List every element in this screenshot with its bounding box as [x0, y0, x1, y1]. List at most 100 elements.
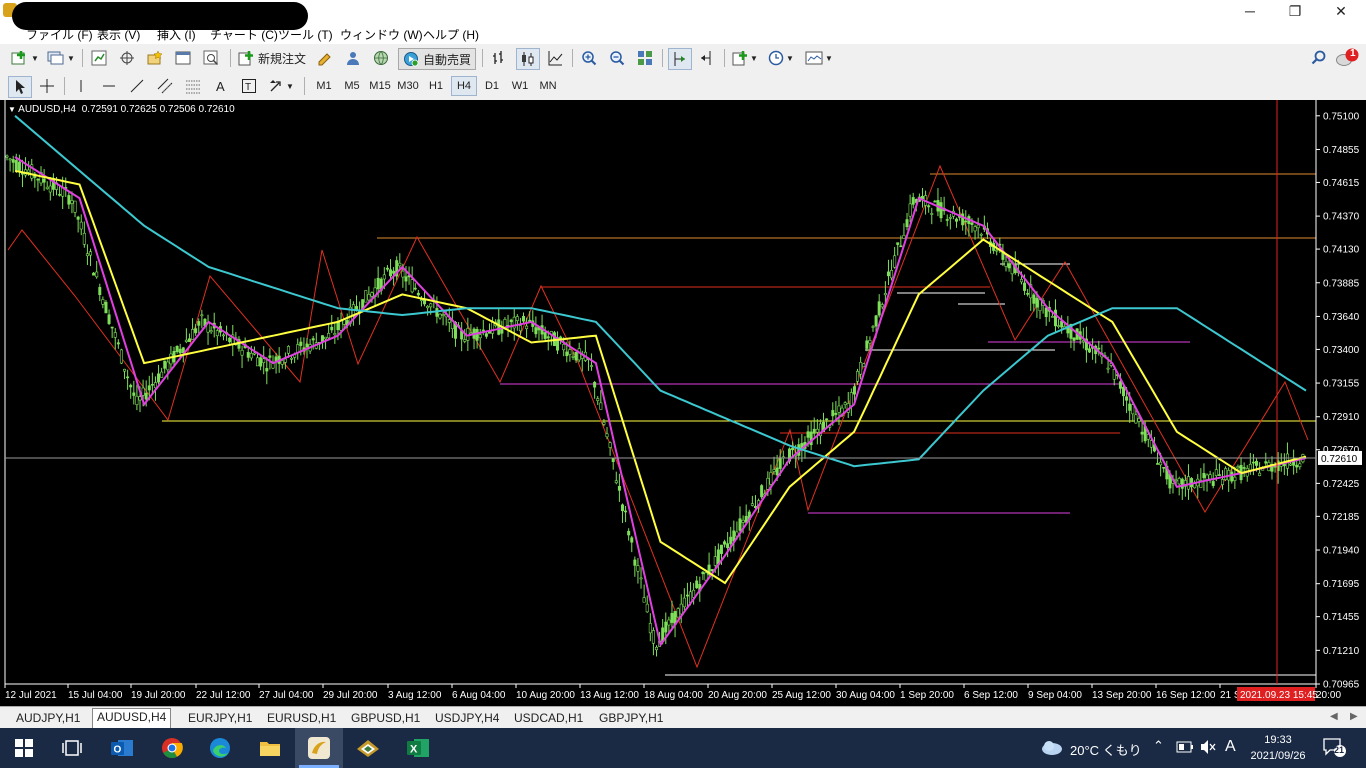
candle-body	[769, 472, 773, 485]
bar-chart-button[interactable]	[488, 48, 510, 68]
strategy-tester-button[interactable]	[200, 48, 222, 68]
tab-eurjpy-h1[interactable]: EURJPY,H1	[184, 710, 256, 727]
terminal-button[interactable]	[172, 48, 194, 68]
task-view-icon	[62, 740, 82, 756]
profiles-button[interactable]: ▼	[46, 48, 76, 68]
horizontal-line-tool-button[interactable]	[98, 76, 120, 96]
periods-button[interactable]: ▼	[766, 48, 796, 68]
tab-scroll-right-icon[interactable]: ▶	[1350, 711, 1358, 722]
candle-body	[410, 279, 414, 293]
outlook-app-button[interactable]: O	[108, 734, 136, 762]
timeframe-d1[interactable]: D1	[480, 77, 504, 95]
chart-shift-button[interactable]	[696, 48, 718, 68]
candle-body	[385, 267, 389, 270]
chart-canvas[interactable]: 0.75100 0.74855 0.74615 0.74370 0.74130 0.738…	[0, 100, 1366, 706]
timeframe-m1[interactable]: M1	[312, 77, 336, 95]
zoom-in-button[interactable]	[578, 48, 600, 68]
search-button[interactable]	[1308, 48, 1330, 68]
tab-audusd-h4[interactable]: AUDUSD,H4	[92, 708, 172, 729]
crosshair-tool-button[interactable]	[36, 76, 58, 96]
new-chart-button[interactable]: ▼	[10, 48, 40, 68]
auto-trading-button[interactable]: 自動売買	[398, 48, 476, 70]
candle-body	[902, 234, 906, 239]
price-chart[interactable]: 0.75100 0.74855 0.74615 0.74370 0.74130 0.738…	[0, 100, 1366, 706]
signals-button[interactable]	[342, 48, 364, 68]
candle-body	[107, 314, 111, 324]
edge-app-button[interactable]	[206, 734, 234, 762]
tile-windows-button[interactable]	[634, 48, 656, 68]
task-view-button[interactable]	[58, 734, 86, 762]
candle-body	[1295, 464, 1299, 468]
timeframe-w1[interactable]: W1	[508, 77, 532, 95]
new-order-icon	[238, 51, 253, 66]
weather-icon[interactable]	[1040, 738, 1064, 759]
market-button[interactable]	[370, 48, 392, 68]
time-tick-label: 22 Jul 12:00	[196, 690, 251, 701]
vertical-line-tool-button[interactable]	[70, 76, 92, 96]
text-tool-button[interactable]: A	[210, 76, 232, 96]
arrows-tool-button[interactable]: ▼	[266, 76, 296, 96]
timeframe-h1[interactable]: H1	[424, 77, 448, 95]
candle-body	[1038, 299, 1042, 312]
chart-collapse-icon[interactable]: ▼	[8, 105, 16, 114]
candle-body	[1248, 463, 1252, 471]
tab-audjpy-h1[interactable]: AUDJPY,H1	[12, 710, 84, 727]
clock[interactable]: 19:33 2021/09/26	[1248, 732, 1308, 764]
candle-body	[729, 536, 733, 544]
candle-body	[837, 405, 841, 413]
chevron-up-icon[interactable]: ⌃	[1153, 738, 1164, 754]
candle-body	[528, 319, 532, 322]
volume-muted-icon[interactable]	[1199, 739, 1217, 758]
candlestick-chart-button[interactable]	[516, 48, 540, 70]
chrome-app-button[interactable]	[158, 734, 186, 762]
timeframe-mn[interactable]: MN	[536, 77, 560, 95]
tab-gbpjpy-h1[interactable]: GBPJPY,H1	[595, 710, 667, 727]
data-window-button[interactable]	[116, 48, 138, 68]
candle-body	[701, 571, 705, 575]
candle-body	[627, 530, 631, 536]
fibonacci-tool-button[interactable]	[182, 76, 204, 96]
price-tick-label: 0.74855	[1323, 145, 1360, 156]
trendline-tool-button[interactable]	[126, 76, 148, 96]
tab-usdcad-h1[interactable]: USDCAD,H1	[510, 710, 587, 727]
battery-icon[interactable]	[1176, 741, 1194, 756]
tab-usdjpy-h4[interactable]: USDJPY,H4	[431, 710, 503, 727]
ma-mid-line	[14, 169, 1307, 585]
maximize-button[interactable]: ❐	[1272, 0, 1318, 22]
auto-scroll-button[interactable]	[668, 48, 692, 70]
tab-gbpusd-h1[interactable]: GBPUSD,H1	[347, 710, 424, 727]
ime-indicator[interactable]: A	[1225, 738, 1236, 756]
action-center-button[interactable]: 21	[1322, 736, 1346, 761]
close-button[interactable]: ✕	[1318, 0, 1364, 22]
timeframe-m30[interactable]: M30	[396, 77, 420, 95]
templates-button[interactable]: ▼	[802, 48, 836, 68]
equidistant-channel-tool-button[interactable]	[154, 76, 176, 96]
menu-window[interactable]: ウィンドウ (W)	[340, 26, 423, 43]
timeframe-h4[interactable]: H4	[451, 76, 477, 96]
indicators-button[interactable]: ▼	[730, 48, 760, 68]
new-order-button[interactable]: 新規注文	[236, 48, 308, 68]
tab-scroll-left-icon[interactable]: ◀	[1330, 711, 1338, 722]
tab-eurusd-h1[interactable]: EURUSD,H1	[263, 710, 340, 727]
start-button[interactable]	[10, 734, 38, 762]
file-explorer-button[interactable]	[256, 734, 284, 762]
time-tick-label: 29 Jul 20:00	[323, 690, 378, 701]
navigator-button[interactable]	[144, 48, 166, 68]
weather-text[interactable]: 20°C くもり	[1070, 740, 1142, 759]
text-label-tool-button[interactable]: T	[238, 76, 260, 96]
menu-help[interactable]: ヘルプ (H)	[423, 26, 479, 43]
timeframe-m5[interactable]: M5	[340, 77, 364, 95]
metaeditor-button[interactable]	[314, 48, 336, 68]
minimize-button[interactable]: ─	[1227, 0, 1273, 22]
timeframe-m15[interactable]: M15	[368, 77, 392, 95]
metatrader-app-active[interactable]	[295, 728, 343, 768]
price-tick-label: 0.75100	[1323, 111, 1360, 122]
line-chart-button[interactable]	[544, 48, 566, 68]
candle-body	[1251, 461, 1255, 464]
zoom-out-button[interactable]	[606, 48, 628, 68]
notifications-button[interactable]: 1	[1334, 48, 1362, 68]
cursor-tool-button[interactable]	[8, 76, 32, 98]
excel-app-button[interactable]: X	[404, 734, 432, 762]
market-watch-button[interactable]	[88, 48, 110, 68]
trading-app-button[interactable]	[354, 734, 382, 762]
